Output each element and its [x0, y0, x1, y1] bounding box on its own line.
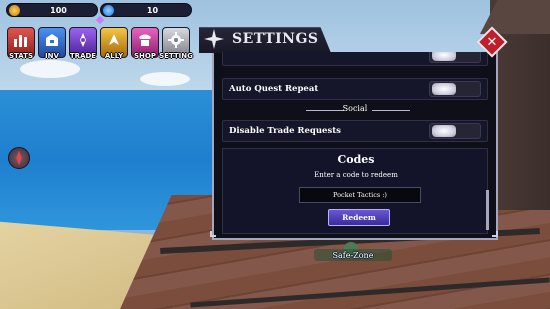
auto-quest-toggle[interactable]	[429, 81, 481, 97]
window-corner	[492, 231, 498, 237]
window-corner	[210, 231, 216, 237]
toggle-knob	[432, 52, 456, 61]
codes-title: Codes	[337, 153, 375, 166]
scrollbar[interactable]	[486, 190, 489, 230]
code-input[interactable]: Pocket Tactics :)	[299, 187, 421, 203]
gold-value: 100	[50, 5, 67, 15]
shop-icon	[139, 34, 151, 46]
cloud	[140, 72, 190, 86]
social-section-label: Social	[342, 104, 368, 113]
codes-panel: Codes Enter a code to redeem Pocket Tact…	[222, 148, 488, 234]
sparkle-icon	[204, 29, 224, 49]
ally-icon	[109, 34, 119, 45]
code-input-value: Pocket Tactics :)	[333, 191, 387, 199]
disable-trade-toggle[interactable]	[429, 123, 481, 139]
cloud	[20, 60, 80, 78]
coin-icon	[9, 4, 20, 16]
auto-quest-label: Auto Quest Repeat	[229, 84, 319, 94]
setting-label: SETTING	[159, 52, 193, 60]
codes-subtitle: Enter a code to redeem	[314, 171, 398, 179]
settings-row-trade-requests: Disable Trade Requests	[222, 120, 488, 142]
settings-row-auto-quest: Auto Quest Repeat	[222, 78, 488, 100]
social-section-divider: Social	[222, 104, 488, 116]
compass-button[interactable]	[8, 147, 30, 169]
redeem-button[interactable]: Redeem	[328, 209, 390, 226]
close-icon[interactable]: ✕	[481, 31, 503, 53]
toggle-knob	[432, 125, 456, 137]
gear-icon	[168, 32, 184, 48]
gem-icon	[103, 4, 114, 16]
settings-title: SETTINGS	[232, 31, 319, 47]
inventory-icon	[46, 34, 58, 46]
disable-trade-label: Disable Trade Requests	[229, 126, 341, 136]
stats-bars-icon	[14, 35, 27, 47]
toggle-knob	[432, 83, 456, 95]
gems-bar: 10	[100, 3, 192, 17]
safe-zone-label: Safe-Zone	[314, 249, 392, 261]
gems-value: 10	[146, 5, 159, 15]
settings-row-partial	[222, 52, 488, 66]
divider-line	[372, 110, 410, 111]
trade-icon	[80, 33, 86, 47]
settings-scroll-area[interactable]: Auto Quest Repeat Social Disable Trade R…	[218, 52, 492, 234]
gold-bar: 100	[6, 3, 98, 17]
compass-icon	[16, 150, 22, 166]
toggle-switch[interactable]	[429, 52, 481, 63]
